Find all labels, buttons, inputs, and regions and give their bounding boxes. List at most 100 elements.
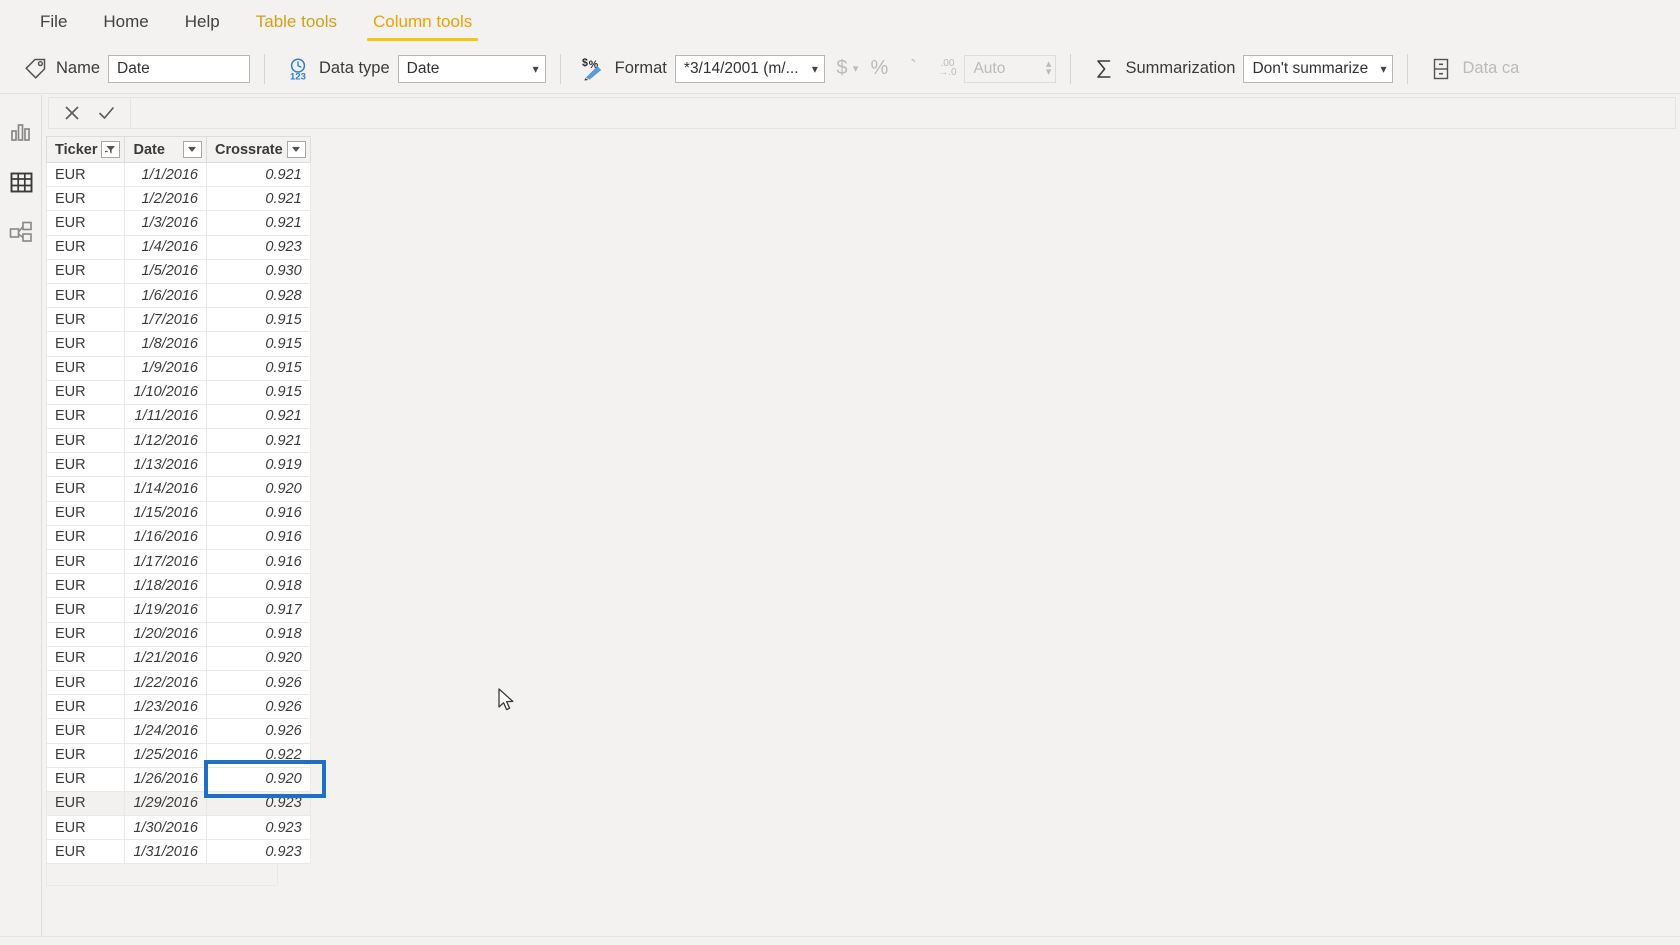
ribbon-tab-home[interactable]: Home — [85, 0, 166, 44]
table-row[interactable]: EUR 1/2/2016 0.921 — [45, 186, 311, 212]
cell-ticker[interactable]: EUR — [45, 815, 126, 841]
cell-ticker[interactable]: EUR — [45, 839, 126, 865]
cell-date[interactable]: 1/9/2016 — [124, 355, 207, 381]
cell-ticker[interactable]: EUR — [45, 186, 126, 212]
cell-rate[interactable]: 0.920 — [205, 766, 311, 792]
stepper-down-icon[interactable]: ▾ — [1046, 66, 1052, 77]
cell-rate[interactable]: 0.923 — [205, 839, 311, 865]
ribbon-tab-help[interactable]: Help — [167, 0, 238, 44]
chevron-down-icon[interactable] — [182, 141, 202, 158]
table-row[interactable]: EUR 1/24/2016 0.926 — [45, 718, 311, 744]
cell-date[interactable]: 1/5/2016 — [124, 258, 207, 284]
cell-ticker[interactable]: EUR — [45, 742, 126, 768]
cell-date[interactable]: 1/31/2016 — [124, 839, 207, 865]
table-row[interactable]: EUR 1/16/2016 0.916 — [45, 524, 311, 551]
cell-date[interactable]: 1/15/2016 — [124, 500, 207, 526]
cell-date[interactable]: 1/6/2016 — [124, 282, 207, 309]
cell-rate[interactable]: 0.920 — [205, 645, 311, 671]
cell-rate[interactable]: 0.915 — [205, 355, 311, 381]
percent-format-button[interactable]: % — [862, 54, 896, 84]
cell-rate[interactable]: 0.916 — [205, 524, 311, 551]
cell-date[interactable]: 1/18/2016 — [124, 573, 207, 599]
cell-date[interactable]: 1/2/2016 — [124, 186, 207, 212]
summarization-select[interactable]: Don't summarize ▾ — [1243, 54, 1394, 83]
table-row[interactable]: EUR 1/13/2016 0.919 — [45, 452, 311, 478]
cell-rate[interactable]: 0.919 — [205, 452, 311, 478]
column-header-ticker[interactable]: Ticker — [45, 136, 126, 163]
cell-date[interactable]: 1/3/2016 — [124, 210, 207, 236]
cell-date[interactable]: 1/10/2016 — [124, 379, 207, 405]
thousands-separator-button[interactable]: ` — [896, 54, 930, 84]
stepper-arrows[interactable]: ▴ ▾ — [1046, 58, 1052, 77]
cell-date[interactable]: 1/21/2016 — [124, 645, 207, 671]
cell-date[interactable]: 1/8/2016 — [124, 331, 207, 357]
cell-rate[interactable]: 0.921 — [205, 161, 311, 188]
cell-ticker[interactable]: EUR — [45, 597, 126, 623]
cell-date[interactable]: 1/24/2016 — [124, 718, 207, 744]
cell-rate[interactable]: 0.921 — [205, 403, 311, 430]
cell-rate[interactable]: 0.920 — [205, 476, 311, 502]
format-select[interactable]: *3/14/2001 (m/... ▾ — [674, 54, 825, 83]
cell-rate[interactable]: 0.916 — [205, 548, 311, 575]
formula-cancel-button[interactable] — [59, 100, 85, 126]
cell-ticker[interactable]: EUR — [45, 428, 126, 454]
table-row[interactable]: EUR 1/5/2016 0.930 — [45, 258, 311, 284]
cell-date[interactable]: 1/16/2016 — [124, 524, 207, 551]
cell-date[interactable]: 1/7/2016 — [124, 307, 207, 333]
sidebar-item-model-view[interactable] — [0, 207, 42, 257]
table-row[interactable]: EUR 1/9/2016 0.915 — [45, 355, 311, 381]
table-row[interactable]: EUR 1/18/2016 0.918 — [45, 573, 311, 599]
ribbon-tab-file[interactable]: File — [22, 0, 85, 44]
table-row[interactable]: EUR 1/8/2016 0.915 — [45, 331, 311, 357]
cell-rate[interactable]: 0.926 — [205, 669, 311, 696]
cell-ticker[interactable]: EUR — [45, 258, 126, 284]
table-row[interactable]: EUR 1/1/2016 0.921 — [45, 161, 311, 188]
cell-ticker[interactable]: EUR — [45, 621, 126, 647]
table-row[interactable]: EUR 1/20/2016 0.918 — [45, 621, 311, 647]
cell-date[interactable]: 1/26/2016 — [124, 766, 207, 792]
cell-ticker[interactable]: EUR — [45, 452, 126, 478]
table-row[interactable]: EUR 1/17/2016 0.916 — [45, 548, 311, 575]
formula-input[interactable] — [130, 97, 1676, 129]
table-row[interactable]: EUR 1/29/2016 0.923 — [45, 790, 311, 817]
cell-ticker[interactable]: EUR — [45, 282, 126, 309]
table-row[interactable]: EUR 1/12/2016 0.921 — [45, 428, 311, 454]
cell-date[interactable]: 1/20/2016 — [124, 621, 207, 647]
ribbon-tab-column-tools[interactable]: Column tools — [355, 0, 490, 44]
cell-ticker[interactable]: EUR — [45, 355, 126, 381]
cell-ticker[interactable]: EUR — [45, 476, 126, 502]
table-row[interactable]: EUR 1/4/2016 0.923 — [45, 234, 311, 260]
cell-ticker[interactable]: EUR — [45, 331, 126, 357]
cell-rate[interactable]: 0.915 — [205, 379, 311, 405]
table-row[interactable]: EUR 1/19/2016 0.917 — [45, 597, 311, 623]
cell-date[interactable]: 1/29/2016 — [124, 790, 207, 817]
cell-ticker[interactable]: EUR — [45, 718, 126, 744]
cell-ticker[interactable]: EUR — [45, 524, 126, 551]
cell-date[interactable]: 1/19/2016 — [124, 597, 207, 623]
cell-rate[interactable]: 0.922 — [205, 742, 311, 768]
cell-rate[interactable]: 0.926 — [205, 694, 311, 720]
cell-ticker[interactable]: EUR — [45, 766, 126, 792]
cell-ticker[interactable]: EUR — [45, 307, 126, 333]
table-row[interactable]: EUR 1/15/2016 0.916 — [45, 500, 311, 526]
cell-rate[interactable]: 0.917 — [205, 597, 311, 623]
table-row[interactable]: EUR 1/26/2016 0.920 — [45, 766, 311, 792]
cell-ticker[interactable]: EUR — [45, 234, 126, 260]
cell-date[interactable]: 1/13/2016 — [124, 452, 207, 478]
cell-date[interactable]: 1/14/2016 — [124, 476, 207, 502]
table-row[interactable]: EUR 1/31/2016 0.923 — [45, 839, 311, 865]
cell-date[interactable]: 1/12/2016 — [124, 428, 207, 454]
sidebar-item-data-view[interactable] — [0, 157, 42, 207]
cell-ticker[interactable]: EUR — [45, 694, 126, 720]
cell-rate[interactable]: 0.923 — [205, 790, 311, 817]
cell-rate[interactable]: 0.921 — [205, 210, 311, 236]
table-row[interactable]: EUR 1/11/2016 0.921 — [45, 403, 311, 430]
cell-ticker[interactable]: EUR — [45, 403, 126, 430]
column-header-date[interactable]: Date — [124, 136, 207, 163]
table-row[interactable]: EUR 1/14/2016 0.920 — [45, 476, 311, 502]
cell-date[interactable]: 1/11/2016 — [124, 403, 207, 430]
cell-date[interactable]: 1/25/2016 — [124, 742, 207, 768]
table-row[interactable]: EUR 1/10/2016 0.915 — [45, 379, 311, 405]
cell-rate[interactable]: 0.915 — [205, 331, 311, 357]
cell-date[interactable]: 1/30/2016 — [124, 815, 207, 841]
